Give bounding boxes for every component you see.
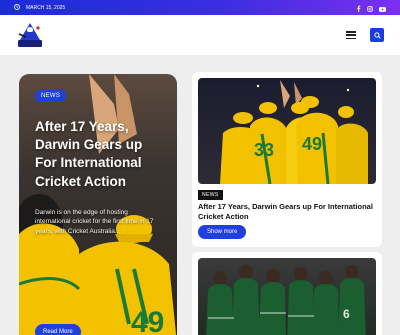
menu-icon[interactable] <box>346 31 356 39</box>
category-badge[interactable]: NEWS <box>35 90 67 102</box>
article-image[interactable]: 6 <box>198 258 376 335</box>
svg-text:6: 6 <box>343 307 350 321</box>
top-bar: MARCH 15, 2025 <box>0 0 400 15</box>
site-header <box>0 15 400 55</box>
svg-text:49: 49 <box>302 134 322 154</box>
article-image[interactable]: 33 49 <box>198 78 376 184</box>
show-more-button[interactable]: Show more <box>198 225 247 239</box>
clock-icon <box>14 3 20 12</box>
read-more-button[interactable]: Read More <box>35 324 81 335</box>
site-logo[interactable] <box>16 20 44 50</box>
category-badge[interactable]: NEWS <box>198 190 223 200</box>
date-text: MARCH 15, 2025 <box>26 4 66 11</box>
article-title[interactable]: After 17 Years, Darwin Gears up For Inte… <box>198 202 373 222</box>
search-icon[interactable] <box>370 28 384 42</box>
article-card: 6 <box>192 252 382 335</box>
hero-title[interactable]: After 17 Years, Darwin Gears up For Inte… <box>35 118 165 191</box>
hero-excerpt: Darwin is on the edge of hosting interna… <box>35 209 154 235</box>
date-display: MARCH 15, 2025 <box>14 3 66 12</box>
svg-text:49: 49 <box>131 306 164 335</box>
article-card: 33 49 NEWS After 17 Years, Darwin Gears … <box>192 72 382 247</box>
hero-image: 49 <box>19 74 177 335</box>
hero-article[interactable]: 49 NEWS After 17 Years, Darwin Gears up … <box>19 74 177 335</box>
